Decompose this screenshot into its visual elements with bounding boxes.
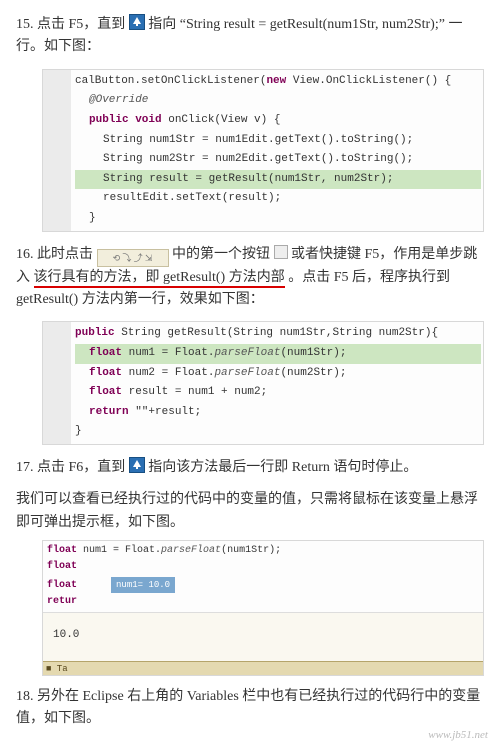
debug-pointer-icon xyxy=(129,14,145,30)
annotation-override: @Override xyxy=(75,91,481,111)
code: resultEdit.setText(result); xyxy=(75,189,481,209)
kw-float: float xyxy=(47,580,77,591)
kw-float: float xyxy=(89,347,122,359)
code: } xyxy=(75,422,481,442)
method-italic: parseFloat xyxy=(214,347,280,359)
step-text-a: 此时点击 xyxy=(37,247,93,262)
hover-value-figure: float num1 = Float.parseFloat(num1Str); … xyxy=(42,540,484,676)
underlined-text: 该行具有的方法，即 getResult() 方法内部 xyxy=(34,270,285,288)
kw-float: float xyxy=(47,561,77,572)
step-17-note: 我们可以查看已经执行过的代码中的变量的值，只需将鼠标在该变量上悬浮即可弹出提示框… xyxy=(16,489,484,534)
status-bar: ■ Ta xyxy=(43,661,483,675)
step-text: 另外在 Eclipse 右上角的 Variables 栏中也有已经执行过的代码行… xyxy=(16,689,480,726)
code: } xyxy=(75,209,481,229)
code: String num2Str = num2Edit.getText().toSt… xyxy=(75,150,481,170)
step-15: 15. 点击 F5，直到 指向 “String result = getResu… xyxy=(16,14,484,59)
step-17: 17. 点击 F6，直到 指向该方法最后一行即 Return 语句时停止。 xyxy=(16,457,484,479)
step-number: 18. xyxy=(16,689,34,704)
code: (num2Str); xyxy=(280,367,346,379)
step-text-a: 点击 F6，直到 xyxy=(37,460,125,475)
code-figure-1: calButton.setOnClickListener(new View.On… xyxy=(42,69,484,232)
code: num1 = Float. xyxy=(122,347,214,359)
step-text-a: 点击 F5，直到 xyxy=(37,17,125,32)
kw-new: new xyxy=(266,75,286,87)
code: num1 = Float.parseFloat(num1Str); xyxy=(83,545,281,556)
hover-badge: num1= 10.0 xyxy=(111,577,175,593)
kw-public-void: public void xyxy=(89,114,162,126)
code: ""+result; xyxy=(129,406,202,418)
step-text-b: 指向该方法最后一行即 Return 语句时停止。 xyxy=(148,460,417,475)
kw-float: float xyxy=(89,386,122,398)
step-into-button-icon xyxy=(274,245,288,259)
debug-toolbar-icon: ⟲ ⤵ ⤴ ⇲ xyxy=(97,249,169,267)
step-number: 17. xyxy=(16,460,34,475)
step-text-b: 中的第一个按钮 xyxy=(172,247,270,262)
hover-value-box: 10.0 xyxy=(43,612,483,661)
code: (num1Str); xyxy=(280,347,346,359)
kw-return-cut: retur xyxy=(47,596,77,607)
code: calButton.setOnClickListener( xyxy=(75,75,266,87)
code-figure-2: public String getResult(String num1Str,S… xyxy=(42,321,484,445)
watermark: www.jb51.net xyxy=(428,727,488,745)
step-number: 16. xyxy=(16,247,34,262)
kw-return: return xyxy=(89,406,129,418)
editor-gutter xyxy=(43,70,71,231)
debug-pointer-icon xyxy=(129,457,145,473)
code-highlighted: String result = getResult(num1Str, num2S… xyxy=(75,170,481,190)
kw-float: float xyxy=(47,545,77,556)
step-16: 16. 此时点击 ⟲ ⤵ ⤴ ⇲ 中的第一个按钮 或者快捷键 F5，作用是单步跳… xyxy=(16,244,484,312)
code: View.OnClickListener() { xyxy=(286,75,451,87)
code: String getResult(String num1Str,String n… xyxy=(115,327,438,339)
code: onClick(View v) { xyxy=(162,114,281,126)
code: result = num1 + num2; xyxy=(122,386,267,398)
method-italic: parseFloat xyxy=(214,367,280,379)
code: String num1Str = num1Edit.getText().toSt… xyxy=(75,131,481,151)
code: num2 = Float. xyxy=(122,367,214,379)
step-18: 18. 另外在 Eclipse 右上角的 Variables 栏中也有已经执行过… xyxy=(16,686,484,731)
step-number: 15. xyxy=(16,17,34,32)
kw-float: float xyxy=(89,367,122,379)
editor-gutter xyxy=(43,322,71,444)
kw-public: public xyxy=(75,327,115,339)
